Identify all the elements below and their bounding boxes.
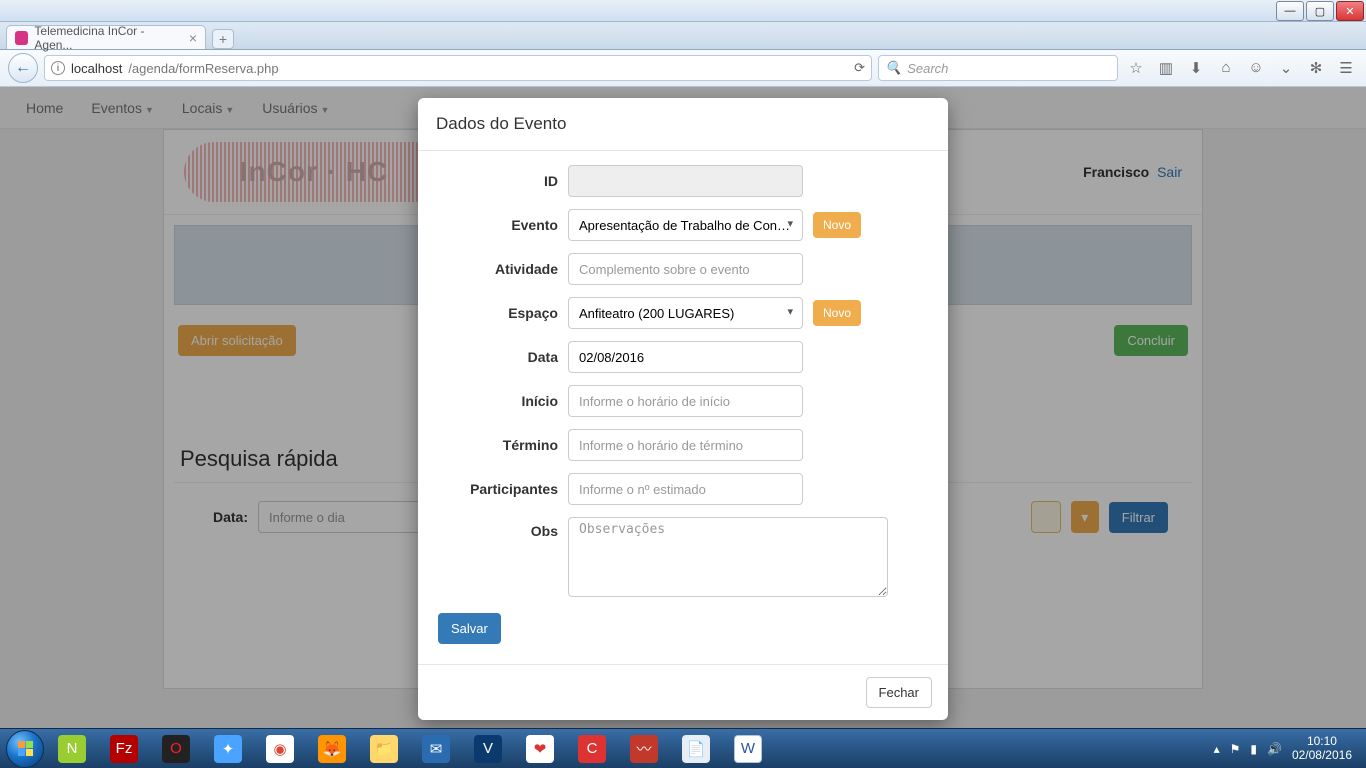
- taskbar-app-firefox[interactable]: 🦊: [308, 732, 356, 766]
- window-titlebar: — ▢ ✕: [0, 0, 1366, 22]
- library-icon[interactable]: ▥: [1158, 59, 1174, 77]
- favicon-icon: [15, 31, 28, 45]
- site-info-icon[interactable]: i: [51, 61, 65, 75]
- input-participantes[interactable]: [568, 473, 803, 505]
- search-placeholder: Search: [907, 61, 948, 76]
- textarea-obs[interactable]: [568, 517, 888, 597]
- input-data[interactable]: [568, 341, 803, 373]
- taskbar-app-filezilla[interactable]: Fz: [100, 732, 148, 766]
- system-tray: ▴ ⚑ ▮ 🔊 10:10 02/08/2016: [1214, 735, 1360, 761]
- save-button[interactable]: Salvar: [438, 613, 501, 644]
- taskbar-app-v[interactable]: V: [464, 732, 512, 766]
- input-inicio[interactable]: [568, 385, 803, 417]
- window-maximize-button[interactable]: ▢: [1306, 1, 1334, 21]
- search-icon: 🔍: [885, 60, 901, 76]
- tray-flag-icon[interactable]: ⚑: [1230, 742, 1241, 756]
- novo-evento-button[interactable]: Novo: [813, 212, 861, 238]
- taskbar-app-safari[interactable]: ✦: [204, 732, 252, 766]
- label-espaco: Espaço: [438, 305, 558, 321]
- addon-icon[interactable]: ✻: [1308, 59, 1324, 77]
- label-inicio: Início: [438, 393, 558, 409]
- taskbar-app-word[interactable]: W: [724, 732, 772, 766]
- browser-search-box[interactable]: 🔍 Search: [878, 55, 1118, 81]
- close-button[interactable]: Fechar: [866, 677, 932, 708]
- tab-close-icon[interactable]: ×: [189, 30, 197, 46]
- taskbar-app-notepad[interactable]: 📄: [672, 732, 720, 766]
- label-obs: Obs: [438, 517, 558, 539]
- home-icon[interactable]: ⌂: [1218, 59, 1234, 77]
- select-espaco[interactable]: Anfiteatro (200 LUGARES): [568, 297, 803, 329]
- chat-icon[interactable]: ☺: [1248, 59, 1264, 77]
- windows-taskbar: N Fz O ✦ ◉ 🦊 📁 ✉ V ❤ C 〰 📄 W ▴ ⚑ ▮ 🔊 10:…: [0, 728, 1366, 768]
- label-termino: Término: [438, 437, 558, 453]
- tray-clock[interactable]: 10:10 02/08/2016: [1292, 735, 1352, 761]
- tab-title: Telemedicina InCor - Agen...: [34, 24, 178, 52]
- tray-date: 02/08/2016: [1292, 749, 1352, 762]
- bookmark-star-icon[interactable]: ☆: [1128, 59, 1144, 77]
- taskbar-app-c[interactable]: C: [568, 732, 616, 766]
- input-atividade[interactable]: [568, 253, 803, 285]
- taskbar-app-thunderbird[interactable]: ✉: [412, 732, 460, 766]
- window-close-button[interactable]: ✕: [1336, 1, 1364, 21]
- taskbar-app-heart[interactable]: ❤: [516, 732, 564, 766]
- menu-icon[interactable]: ☰: [1338, 59, 1354, 77]
- taskbar-app-chrome[interactable]: ◉: [256, 732, 304, 766]
- window-minimize-button[interactable]: —: [1276, 1, 1304, 21]
- taskbar-app-opera[interactable]: O: [152, 732, 200, 766]
- taskbar-app-explorer[interactable]: 📁: [360, 732, 408, 766]
- modal-title: Dados do Evento: [418, 98, 948, 151]
- label-evento: Evento: [438, 217, 558, 233]
- url-host: localhost: [71, 61, 122, 76]
- address-bar[interactable]: i localhost /agenda/formReserva.php ⟳: [44, 55, 872, 81]
- select-evento[interactable]: Apresentação de Trabalho de Conclusão: [568, 209, 803, 241]
- input-id: [568, 165, 803, 197]
- start-button[interactable]: [6, 730, 44, 768]
- pocket-icon[interactable]: ⌄: [1278, 59, 1294, 77]
- tray-volume-icon[interactable]: 🔊: [1267, 742, 1282, 756]
- label-data: Data: [438, 349, 558, 365]
- taskbar-app-notepadpp[interactable]: N: [48, 732, 96, 766]
- new-tab-button[interactable]: +: [212, 29, 234, 49]
- label-id: ID: [438, 173, 558, 189]
- tray-time: 10:10: [1292, 735, 1352, 748]
- tray-chevron-icon[interactable]: ▴: [1214, 742, 1220, 756]
- label-participantes: Participantes: [438, 481, 558, 497]
- novo-espaco-button[interactable]: Novo: [813, 300, 861, 326]
- url-path: /agenda/formReserva.php: [128, 61, 278, 76]
- reload-icon[interactable]: ⟳: [854, 60, 865, 76]
- tray-network-icon[interactable]: ▮: [1250, 742, 1257, 756]
- downloads-icon[interactable]: ⬇: [1188, 59, 1204, 77]
- input-termino[interactable]: [568, 429, 803, 461]
- back-button[interactable]: ←: [8, 53, 38, 83]
- label-atividade: Atividade: [438, 261, 558, 277]
- browser-tab[interactable]: Telemedicina InCor - Agen... ×: [6, 25, 206, 49]
- modal-dados-evento: Dados do Evento ID Evento Apresentação d…: [418, 98, 948, 720]
- browser-tabstrip: Telemedicina InCor - Agen... × +: [0, 22, 1366, 50]
- browser-toolbar: ← i localhost /agenda/formReserva.php ⟳ …: [0, 50, 1366, 87]
- taskbar-app-monitor[interactable]: 〰: [620, 732, 668, 766]
